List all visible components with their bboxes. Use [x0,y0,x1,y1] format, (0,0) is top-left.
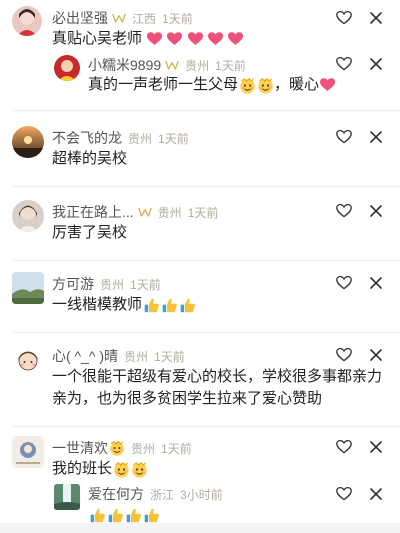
username[interactable]: 我正在路上... [52,202,134,222]
badge-icon [138,206,152,218]
divider [12,426,400,427]
thumbs-up-icon [89,507,106,524]
reply-avatar[interactable] [54,55,80,81]
reply-text-tail: ，暖心 [274,76,320,93]
heart-icon [320,78,335,92]
avatar[interactable] [12,126,44,158]
thumbs-up-icon [143,507,160,524]
reply-timestamp: 3小时前 [180,487,223,502]
divider [12,260,400,261]
thumbs-up-icon [125,507,142,524]
divider [12,110,400,111]
username[interactable]: 不会飞的龙 [52,128,122,148]
like-icon[interactable] [336,203,352,219]
badge-icon [112,12,126,24]
thumbs-up-icon [161,297,178,314]
face-icon [239,77,256,94]
thumbs-up-icon [143,297,160,314]
like-icon[interactable] [336,486,352,502]
heart-icon [167,32,182,46]
heart-icon [147,32,162,46]
username[interactable]: 心( ^_^ )晴 [52,346,118,366]
timestamp: 1天前 [161,441,192,456]
close-icon[interactable] [368,439,384,455]
blushing-face-icon [109,440,125,456]
reply-location: 浙江 [150,487,175,502]
bottom-bar [0,523,400,533]
crown-face-icon [131,461,148,478]
close-icon[interactable] [368,275,384,291]
close-icon[interactable] [368,10,384,26]
close-icon[interactable] [368,129,384,145]
location: 贵州 [157,205,182,220]
avatar[interactable] [12,436,44,468]
thumbs-up-icon [107,507,124,524]
reply-text-row: 真的一声老师一生父母 ，暖心 [88,74,335,96]
comment-text: 厉害了吴校 [52,224,128,241]
close-icon[interactable] [368,203,384,219]
timestamp: 1天前 [130,277,161,292]
timestamp: 1天前 [187,205,219,220]
like-icon[interactable] [336,275,352,291]
comment-text: 真贴心吴老师 [52,30,143,47]
timestamp: 1天前 [162,11,193,26]
avatar[interactable] [12,272,44,304]
comment-text: 我的班长 [52,460,113,477]
close-icon[interactable] [368,347,384,363]
avatar[interactable] [12,6,42,36]
like-icon[interactable] [336,347,352,363]
divider [12,186,400,187]
timestamp: 1天前 [154,349,185,364]
comment-text: 一个很能干超级有爱心的校长，学校很多事都亲力亲为，也为很多贫困学生拉来了爱心赞助 [52,368,383,407]
username[interactable]: 必出坚强 [52,8,108,28]
avatar[interactable] [12,346,44,378]
like-icon[interactable] [336,439,352,455]
divider [12,332,400,333]
close-icon[interactable] [368,486,384,502]
timestamp: 1天前 [158,131,189,146]
comment-text: 一线楷模教师 [52,296,143,313]
like-icon[interactable] [336,56,352,72]
username[interactable]: 方可游 [52,274,94,294]
badge-icon [165,59,179,71]
reply-username[interactable]: 爱在何方 [88,484,144,504]
heart-icon [208,32,223,46]
reply-username[interactable]: 小糯米9899 [88,55,161,75]
thumbs-up-icon [179,297,196,314]
close-icon[interactable] [368,56,384,72]
reply-avatar[interactable] [54,484,80,510]
comment-text: 超棒的吴校 [52,150,128,167]
face-icon [113,461,130,478]
location: 江西 [132,11,157,26]
location: 贵州 [100,277,125,292]
comment-text-row: 真贴心吴老师 [52,28,243,50]
heart-icon [188,32,203,46]
face-icon [257,77,274,94]
location: 贵州 [128,131,153,146]
location: 贵州 [131,441,156,456]
like-icon[interactable] [336,10,352,26]
reply-text: 真的一声老师一生父母 [88,76,239,93]
reply-location: 贵州 [185,58,210,73]
heart-icon [228,32,243,46]
username[interactable]: 一世清欢 [52,438,108,458]
location: 贵州 [124,349,149,364]
like-icon[interactable] [336,129,352,145]
avatar[interactable] [12,200,44,232]
reply-timestamp: 1天前 [215,58,246,73]
